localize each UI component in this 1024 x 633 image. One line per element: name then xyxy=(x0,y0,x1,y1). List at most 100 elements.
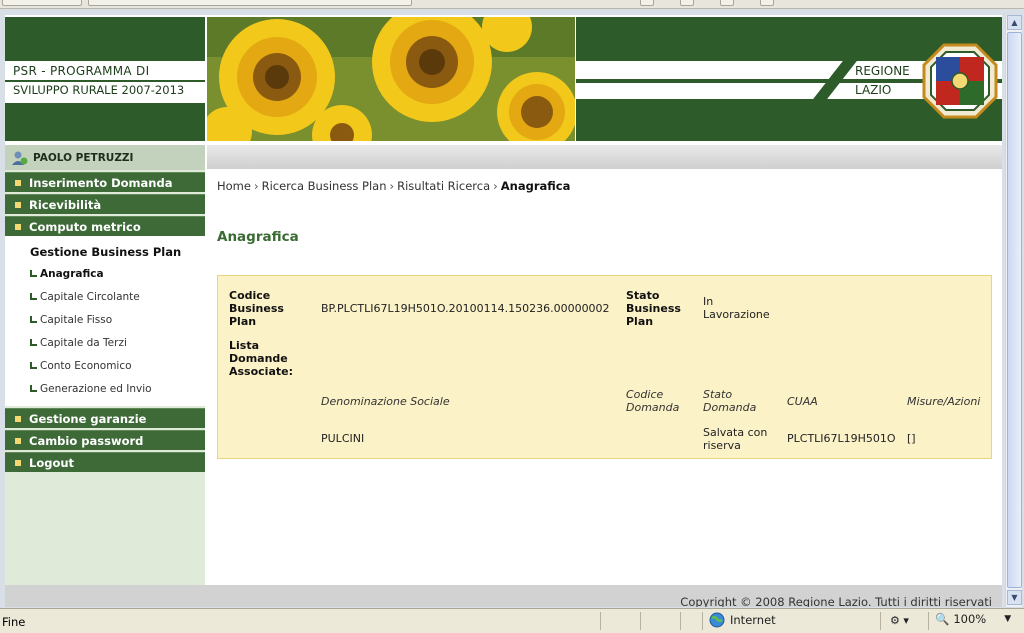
globe-icon xyxy=(709,612,725,628)
sub-item-capitale-da-terzi[interactable]: Capitale da Terzi xyxy=(5,331,205,354)
toolbar-button[interactable] xyxy=(760,0,774,6)
region-banner: REGIONE LAZIO xyxy=(576,17,1002,141)
browser-status-bar: Fine Internet ⚙ ▾ 🔍 100% ▼ xyxy=(0,608,1024,633)
region-title-line1: REGIONE xyxy=(855,64,910,78)
sub-item-anagrafica[interactable]: Anagrafica xyxy=(5,262,205,285)
submenu-heading[interactable]: Gestione Business Plan xyxy=(5,240,205,262)
cell-stato-domanda: Salvata con riserva xyxy=(703,426,768,452)
cell-cuaa: PLCTLI67L19H501O xyxy=(787,432,896,445)
sub-item-conto-economico[interactable]: Conto Economico xyxy=(5,354,205,377)
content-topbar xyxy=(207,145,1002,169)
breadcrumb: Home › Ricerca Business Plan › Risultati Ric… xyxy=(217,179,570,193)
sunflower-photo xyxy=(207,17,575,141)
breadcrumb-separator: › xyxy=(389,179,395,193)
browser-tab[interactable] xyxy=(2,0,82,6)
menu-item-label: Logout xyxy=(29,455,75,470)
vertical-scrollbar[interactable]: ▲ ▼ xyxy=(1005,15,1022,607)
program-title-line2: SVILUPPO RURALE 2007-2013 xyxy=(13,83,185,97)
program-banner: PSR - PROGRAMMA DI SVILUPPO RURALE 2007-… xyxy=(5,17,205,141)
breadcrumb-home[interactable]: Home xyxy=(217,179,251,193)
cell-denominazione: PULCINI xyxy=(321,432,365,445)
sub-item-label: Capitale Circolante xyxy=(40,290,140,303)
browser-tab[interactable] xyxy=(88,0,412,6)
menu-item-label: Gestione garanzie xyxy=(29,411,147,426)
menu-item-gestione-garanzie[interactable]: Gestione garanzie xyxy=(5,408,205,428)
column-header-cuaa: CUAA xyxy=(787,395,818,408)
bullet-icon xyxy=(15,459,21,466)
menu-item-label: Cambio password xyxy=(29,433,144,448)
menu-item-computo-metrico[interactable]: Computo metrico xyxy=(5,216,205,236)
status-text: Fine xyxy=(2,615,26,629)
bullet-icon xyxy=(15,415,21,422)
scroll-up-arrow-icon[interactable]: ▲ xyxy=(1007,15,1022,30)
column-header-denominazione: Denominazione Sociale xyxy=(321,395,450,408)
browser-toolbar-strip xyxy=(0,0,1024,9)
codice-business-plan-value: BP.PLCTLI67L19H501O.20100114.150236.0000… xyxy=(321,302,610,315)
menu-item-inserimento-domanda[interactable]: Inserimento Domanda xyxy=(5,172,205,192)
breadcrumb-separator: › xyxy=(253,179,259,193)
breadcrumb-risultati-ricerca[interactable]: Risultati Ricerca xyxy=(397,179,490,193)
program-title-line1: PSR - PROGRAMMA DI xyxy=(13,64,150,78)
corner-icon xyxy=(30,362,37,369)
region-title-line2: LAZIO xyxy=(855,83,892,97)
page-title: Anagrafica xyxy=(217,229,299,245)
breadcrumb-current: Anagrafica xyxy=(500,179,571,193)
cell-misure-azioni[interactable]: [] xyxy=(907,432,916,445)
user-bar: PAOLO PETRUZZI xyxy=(5,145,205,170)
protected-mode-icon[interactable]: ⚙ ▾ xyxy=(890,614,909,627)
corner-icon xyxy=(30,293,37,300)
submenu-business-plan: Gestione Business Plan Anagrafica Capita… xyxy=(5,236,205,406)
security-zone: Internet xyxy=(709,612,776,628)
business-plan-info-panel: Codice Business Plan BP.PLCTLI67L19H501O… xyxy=(217,275,992,459)
toolbar-button[interactable] xyxy=(640,0,654,6)
codice-business-plan-label: Codice Business Plan xyxy=(229,289,284,328)
sub-item-capitale-circolante[interactable]: Capitale Circolante xyxy=(5,285,205,308)
sub-item-label: Conto Economico xyxy=(40,359,132,372)
sub-item-label: Anagrafica xyxy=(40,267,104,280)
sub-item-capitale-fisso[interactable]: Capitale Fisso xyxy=(5,308,205,331)
zoom-icon: 🔍 xyxy=(935,612,950,626)
corner-icon xyxy=(30,385,37,392)
breadcrumb-separator: › xyxy=(493,179,498,193)
column-header-stato-domanda: Stato Domanda xyxy=(703,388,757,414)
zone-label: Internet xyxy=(730,613,776,627)
column-header-misure-azioni: Misure/Azioni xyxy=(907,395,981,408)
user-name: PAOLO PETRUZZI xyxy=(33,151,134,164)
copyright-text: Copyright © 2008 Regione Lazio. Tutti i … xyxy=(680,595,992,607)
sub-item-label: Capitale da Terzi xyxy=(40,336,127,349)
corner-icon xyxy=(30,316,37,323)
chevron-down-icon: ▼ xyxy=(1004,614,1012,624)
menu-item-label: Ricevibilità xyxy=(29,197,102,212)
bullet-icon xyxy=(15,437,21,444)
column-header-codice-domanda: Codice Domanda xyxy=(626,388,680,414)
site-header: PSR - PROGRAMMA DI SVILUPPO RURALE 2007-… xyxy=(5,15,1002,142)
sub-item-label: Capitale Fisso xyxy=(40,313,113,326)
sub-item-generazione-ed-invio[interactable]: Generazione ed Invio xyxy=(5,377,205,400)
menu-item-ricevibilita[interactable]: Ricevibilità xyxy=(5,194,205,214)
zoom-level: 100% xyxy=(953,612,987,626)
stato-business-plan-value: In Lavorazione xyxy=(703,295,770,321)
site-footer: Copyright © 2008 Regione Lazio. Tutti i … xyxy=(5,585,1002,607)
scroll-down-arrow-icon[interactable]: ▼ xyxy=(1007,590,1022,605)
breadcrumb-ricerca-business-plan[interactable]: Ricerca Business Plan xyxy=(262,179,387,193)
corner-icon xyxy=(30,339,37,346)
lista-domande-label: Lista Domande Associate: xyxy=(229,339,293,378)
zoom-control[interactable]: 🔍 100% ▼ xyxy=(935,612,1011,626)
page-frame: PSR - PROGRAMMA DI SVILUPPO RURALE 2007-… xyxy=(5,15,1002,607)
corner-icon xyxy=(30,270,37,277)
scrollbar-thumb[interactable] xyxy=(1007,32,1022,588)
menu-item-label: Inserimento Domanda xyxy=(29,175,173,190)
stato-business-plan-label: Stato Business Plan xyxy=(626,289,681,328)
menu-item-label: Computo metrico xyxy=(29,219,141,234)
bullet-icon xyxy=(15,201,21,208)
menu-item-logout[interactable]: Logout xyxy=(5,452,205,472)
menu-item-cambio-password[interactable]: Cambio password xyxy=(5,430,205,450)
bullet-icon xyxy=(15,179,21,186)
sub-item-label: Generazione ed Invio xyxy=(40,382,152,395)
toolbar-button[interactable] xyxy=(720,0,734,6)
toolbar-button[interactable] xyxy=(680,0,694,6)
regione-lazio-crest-icon xyxy=(922,43,998,119)
bullet-icon xyxy=(15,223,21,230)
user-icon xyxy=(11,150,29,166)
sidebar: PAOLO PETRUZZI Inserimento Domanda Ricev… xyxy=(5,145,205,585)
